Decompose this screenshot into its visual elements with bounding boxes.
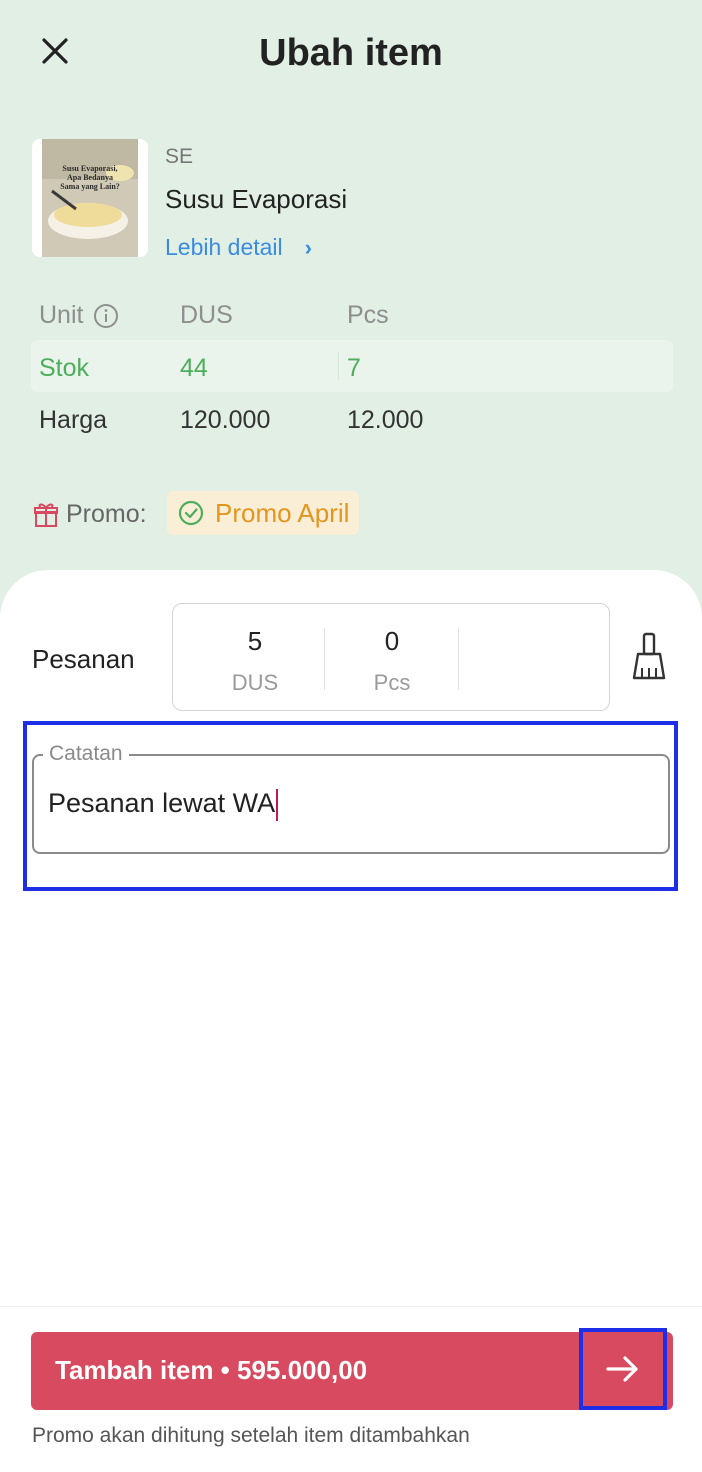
stock-pcs-value: 7	[347, 354, 361, 382]
product-image: Susu Evaporasi, Apa Bedanya Sama yang La…	[32, 139, 148, 257]
svg-text:Sama yang Lain?: Sama yang Lain?	[60, 182, 120, 191]
promo-label-text: Promo:	[66, 500, 147, 528]
price-label: Harga	[39, 406, 108, 434]
gift-icon	[34, 503, 58, 527]
promo-chip[interactable]: Promo April	[167, 491, 360, 535]
add-item-arrow-button[interactable]	[579, 1328, 667, 1410]
unit-header-label: Unit	[39, 301, 84, 329]
check-circle-icon	[178, 500, 204, 526]
quantity-divider	[458, 628, 459, 690]
add-item-button-label: Tambah item • 595.000,00	[55, 1355, 368, 1385]
info-icon[interactable]	[93, 303, 119, 329]
add-item-button[interactable]: Tambah item • 595.000,00	[31, 1332, 673, 1410]
column-header-dus: DUS	[180, 301, 233, 329]
note-label: Catatan	[43, 742, 129, 766]
text-cursor	[276, 788, 279, 821]
chevron-right-icon: ›	[304, 234, 312, 260]
unit-header: Unit	[39, 301, 119, 330]
quantity-pcs-value: 0	[384, 626, 400, 656]
broom-icon	[632, 632, 666, 680]
quantity-pcs-unit: Pcs	[373, 670, 411, 695]
detail-link-label: Lebih detail	[165, 234, 283, 260]
product-code: SE	[165, 145, 194, 168]
promo-label: Promo:	[32, 500, 147, 529]
product-name: Susu Evaporasi	[165, 184, 348, 214]
arrow-right-icon	[606, 1356, 638, 1382]
price-pcs-value: 12.000	[347, 406, 424, 434]
quantity-divider	[324, 628, 325, 690]
stock-dus-value: 44	[180, 354, 208, 382]
page-title: Ubah item	[259, 32, 443, 74]
svg-text:Apa Bedanya: Apa Bedanya	[67, 173, 113, 182]
stock-label: Stok	[39, 354, 90, 382]
promo-chip-label: Promo April	[215, 497, 350, 528]
svg-text:Susu Evaporasi,: Susu Evaporasi,	[62, 164, 117, 173]
clear-quantity-button[interactable]	[630, 632, 668, 687]
quantity-dus-unit: DUS	[231, 670, 279, 695]
quantity-input-box: 5 DUS 0 Pcs	[172, 603, 610, 711]
note-text: Pesanan lewat WA	[48, 788, 276, 818]
column-header-pcs: Pcs	[347, 301, 389, 329]
order-label: Pesanan	[32, 644, 135, 674]
detail-link[interactable]: Lebih detail ›	[165, 234, 312, 261]
stock-row-divider	[338, 352, 339, 380]
promo-footnote: Promo akan dihitung setelah item ditamba…	[32, 1424, 470, 1447]
note-input-value[interactable]: Pesanan lewat WA	[48, 788, 279, 821]
price-dus-value: 120.000	[180, 406, 271, 434]
quantity-dus-value: 5	[247, 626, 263, 656]
footer-divider	[0, 1306, 702, 1307]
